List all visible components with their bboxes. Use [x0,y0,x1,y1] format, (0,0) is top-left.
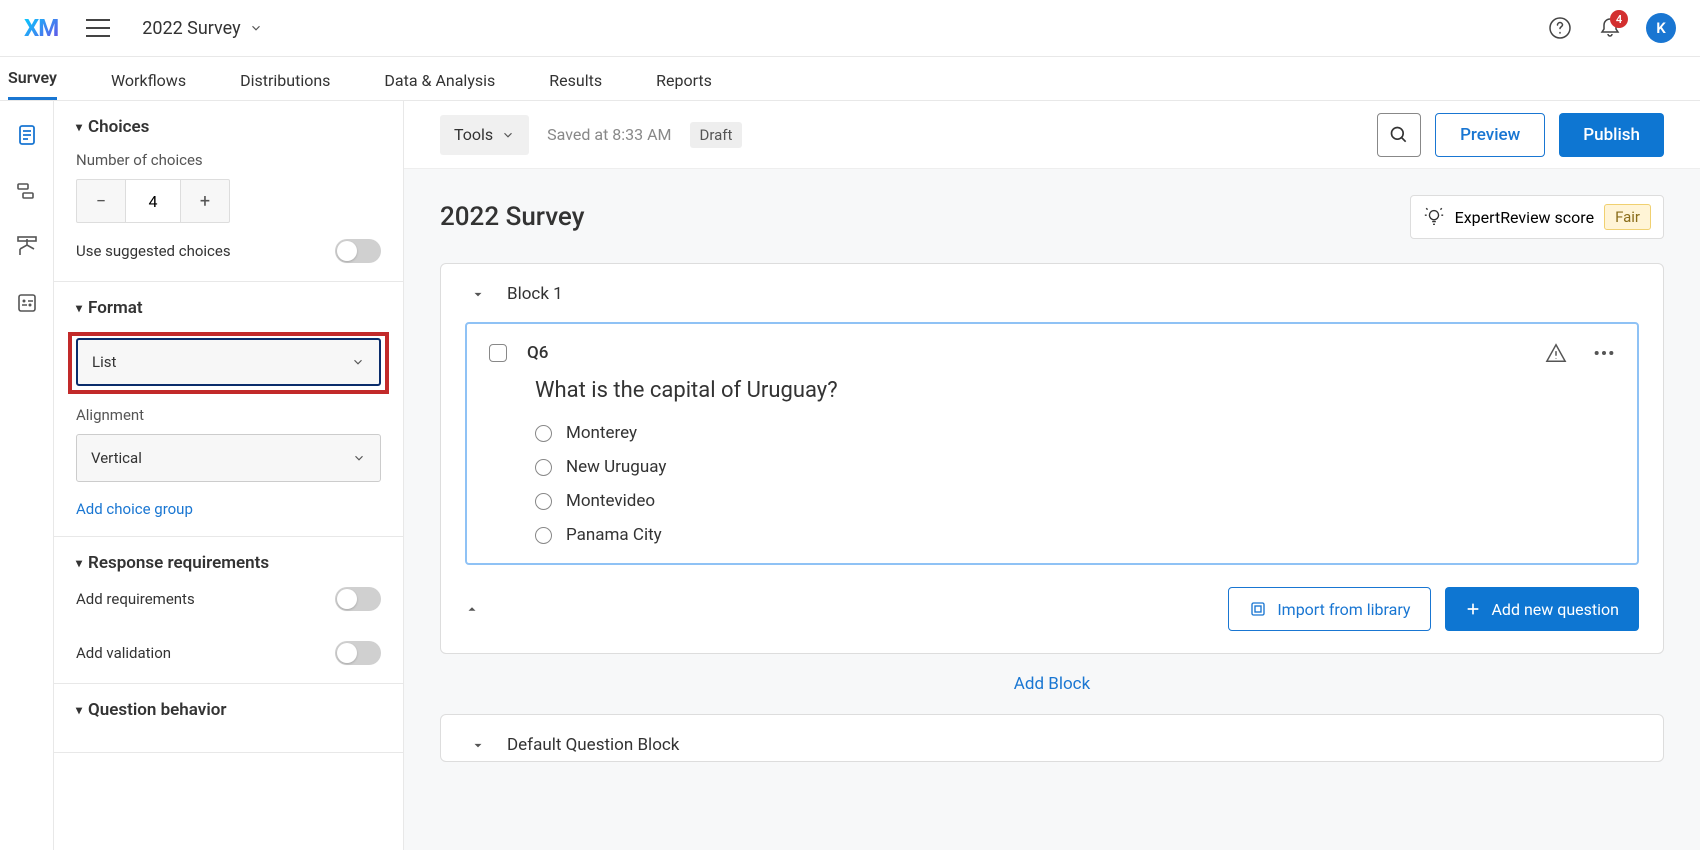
rail-options-icon[interactable] [13,289,41,317]
help-icon[interactable] [1546,14,1574,42]
add-block-link[interactable]: Add Block [440,654,1664,714]
response-header[interactable]: Response requirements [76,553,381,573]
nav-tabs: Survey Workflows Distributions Data & An… [0,57,1700,101]
stepper-minus[interactable]: − [77,180,125,222]
block-title[interactable]: Default Question Block [507,735,679,755]
question-checkbox[interactable] [489,344,507,362]
logo[interactable]: XM [24,14,58,42]
option-row[interactable]: Montevideo [535,491,1615,511]
radio-icon[interactable] [535,493,552,510]
tools-dropdown[interactable]: Tools [440,115,529,155]
option-row[interactable]: New Uruguay [535,457,1615,477]
block-1: Block 1 Q6 What is the capital of Urugua… [440,263,1664,654]
expert-review-button[interactable]: ExpertReview score Fair [1410,195,1664,239]
collapse-icon[interactable] [471,738,485,752]
publish-button[interactable]: Publish [1559,113,1664,157]
stepper-value: 4 [125,180,181,222]
menu-icon[interactable] [86,19,110,37]
library-icon [1249,600,1267,618]
tab-distributions[interactable]: Distributions [240,71,330,100]
chevron-down-icon [501,128,515,142]
rail-look-icon[interactable] [13,233,41,261]
plus-icon [1465,601,1481,617]
rail-builder-icon[interactable] [13,121,41,149]
choices-count-label: Number of choices [76,151,381,169]
search-button[interactable] [1377,113,1421,157]
add-validation-label: Add validation [76,644,171,662]
collapse-up-icon[interactable] [465,602,479,616]
import-library-button[interactable]: Import from library [1228,587,1431,631]
add-choice-group-link[interactable]: Add choice group [76,500,193,518]
chevron-down-icon [351,355,365,369]
add-requirements-toggle[interactable] [335,587,381,611]
preview-button[interactable]: Preview [1435,113,1545,157]
option-row[interactable]: Monterey [535,423,1615,443]
survey-title: 2022 Survey [440,202,584,232]
survey-name-dropdown[interactable]: 2022 Survey [142,18,262,39]
alignment-select[interactable]: Vertical [76,434,381,482]
more-icon[interactable] [1593,350,1615,356]
tab-data-analysis[interactable]: Data & Analysis [384,71,495,100]
format-type-select[interactable]: List [76,338,381,386]
format-header[interactable]: Format [76,298,381,318]
score-badge: Fair [1604,204,1651,230]
notifications-icon[interactable]: 4 [1596,14,1624,42]
draft-badge: Draft [690,122,743,148]
collapse-icon[interactable] [471,287,485,301]
suggested-choices-toggle[interactable] [335,239,381,263]
warning-icon[interactable] [1545,342,1567,364]
search-icon [1389,125,1409,145]
behavior-header[interactable]: Question behavior [76,700,381,720]
question-card[interactable]: Q6 What is the capital of Uruguay? Monte… [465,322,1639,565]
option-row[interactable]: Panama City [535,525,1615,545]
block-title[interactable]: Block 1 [507,284,563,304]
radio-icon[interactable] [535,459,552,476]
add-validation-toggle[interactable] [335,641,381,665]
avatar[interactable]: K [1646,13,1676,43]
format-highlight: List [68,332,389,394]
saved-status: Saved at 8:33 AM [547,125,671,144]
chevron-down-icon [249,21,263,35]
choices-stepper[interactable]: − 4 + [76,179,230,223]
rail-flow-icon[interactable] [13,177,41,205]
question-text[interactable]: What is the capital of Uruguay? [535,378,1615,403]
tab-workflows[interactable]: Workflows [111,71,186,100]
notification-badge: 4 [1610,10,1628,28]
add-requirements-label: Add requirements [76,590,195,608]
tab-reports[interactable]: Reports [656,71,712,100]
lightbulb-icon [1423,206,1445,228]
add-question-button[interactable]: Add new question [1445,587,1639,631]
choices-header[interactable]: Choices [76,117,381,137]
block-default: Default Question Block [440,714,1664,762]
stepper-plus[interactable]: + [181,180,229,222]
tab-survey[interactable]: Survey [8,68,57,100]
radio-icon[interactable] [535,425,552,442]
chevron-down-icon [352,451,366,465]
tab-results[interactable]: Results [549,71,602,100]
alignment-label: Alignment [76,406,381,424]
radio-icon[interactable] [535,527,552,544]
suggested-choices-label: Use suggested choices [76,242,231,260]
question-id: Q6 [527,343,548,363]
